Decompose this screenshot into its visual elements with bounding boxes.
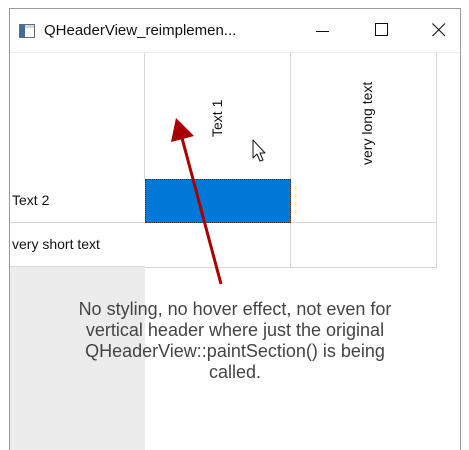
mouse-cursor-icon [252, 139, 266, 162]
annotation-arrow [171, 118, 223, 285]
annotation-overlay [171, 118, 266, 285]
